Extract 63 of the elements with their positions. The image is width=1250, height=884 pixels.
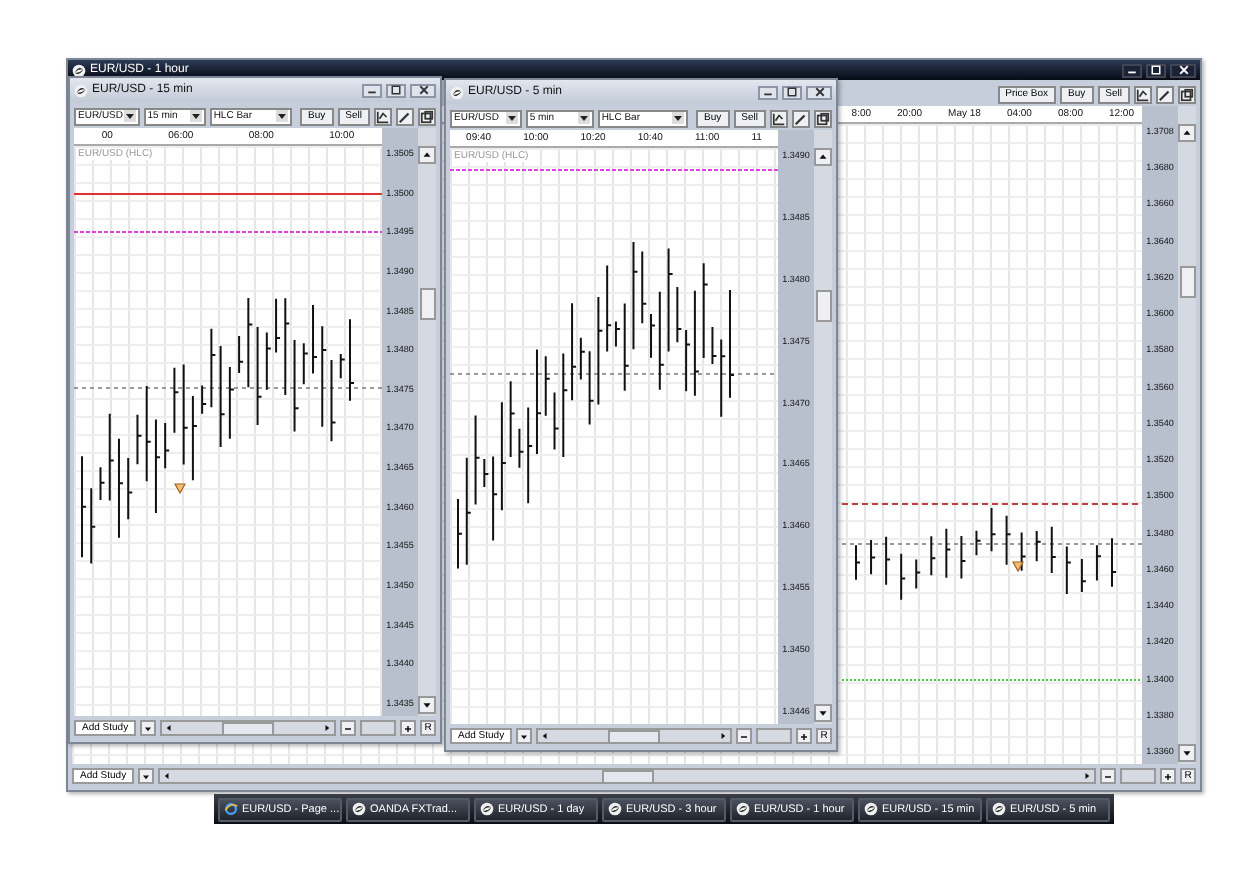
scroll-thumb[interactable] (222, 721, 275, 735)
close-icon[interactable] (1170, 63, 1196, 77)
zoom-out-icon[interactable] (1100, 768, 1116, 784)
swirl-logo-icon (74, 83, 88, 97)
swirl-logo-icon (992, 802, 1006, 816)
vertical-scrollbar[interactable] (814, 130, 832, 724)
horizontal-scrollbar[interactable] (160, 720, 336, 736)
zoom-out-icon[interactable] (736, 728, 752, 744)
vertical-scrollbar[interactable] (418, 128, 436, 716)
maximize-icon[interactable] (386, 83, 406, 97)
pencil-icon[interactable] (792, 109, 810, 127)
zoom-out-icon[interactable] (340, 720, 356, 736)
caret-icon[interactable] (516, 728, 533, 744)
left-arrow-icon (162, 722, 177, 734)
caret-icon[interactable] (138, 768, 155, 784)
scroll-thumb[interactable] (419, 288, 435, 320)
minimize-icon[interactable] (758, 85, 778, 99)
vertical-scrollbar[interactable] (1178, 106, 1196, 764)
swirl-logo-icon (608, 802, 622, 816)
scroll-thumb[interactable] (815, 290, 831, 322)
pencil-icon[interactable] (396, 107, 414, 125)
pencil-icon[interactable] (1156, 85, 1174, 103)
right-arrow-icon (320, 722, 335, 734)
close-icon[interactable] (410, 83, 436, 97)
window-icon[interactable] (418, 107, 436, 125)
close-icon[interactable] (806, 85, 832, 99)
swirl-logo-icon (352, 802, 366, 816)
horizontal-scrollbar[interactable] (158, 768, 1096, 784)
maximize-icon[interactable] (782, 85, 802, 99)
zoom-in-icon[interactable] (796, 728, 812, 744)
swirl-logo-icon (480, 802, 494, 816)
window-icon[interactable] (1178, 85, 1196, 103)
scroll-thumb[interactable] (601, 769, 654, 783)
swirl-logo-icon (736, 802, 750, 816)
scroll-thumb[interactable] (608, 729, 661, 743)
caret-icon (123, 110, 136, 122)
caret-icon (189, 110, 202, 122)
caret-icon[interactable] (140, 720, 157, 736)
chart-tool-icon[interactable] (770, 109, 788, 127)
left-arrow-icon (538, 730, 553, 742)
right-arrow-icon (716, 730, 731, 742)
horizontal-scrollbar[interactable] (536, 728, 732, 744)
zoom-in-icon[interactable] (1160, 768, 1176, 784)
chart-tool-icon[interactable] (1134, 85, 1152, 103)
swirl-logo-icon (72, 63, 86, 77)
scroll-thumb[interactable] (1179, 266, 1195, 298)
caret-icon (672, 112, 685, 124)
minimize-icon[interactable] (1122, 63, 1142, 77)
right-arrow-icon (1080, 770, 1095, 782)
caret-icon (505, 112, 518, 124)
swirl-logo-icon (450, 85, 464, 99)
maximize-icon[interactable] (1146, 63, 1166, 77)
minimize-icon[interactable] (362, 83, 382, 97)
swirl-logo-icon (864, 802, 878, 816)
left-arrow-icon (160, 770, 175, 782)
triangle-marker-icon (174, 482, 186, 494)
window-icon[interactable] (814, 109, 832, 127)
browser-icon (224, 802, 238, 816)
triangle-marker-icon (1012, 560, 1024, 572)
chart-tool-icon[interactable] (374, 107, 392, 125)
caret-icon (577, 112, 590, 124)
zoom-in-icon[interactable] (400, 720, 416, 736)
caret-icon (276, 110, 289, 122)
